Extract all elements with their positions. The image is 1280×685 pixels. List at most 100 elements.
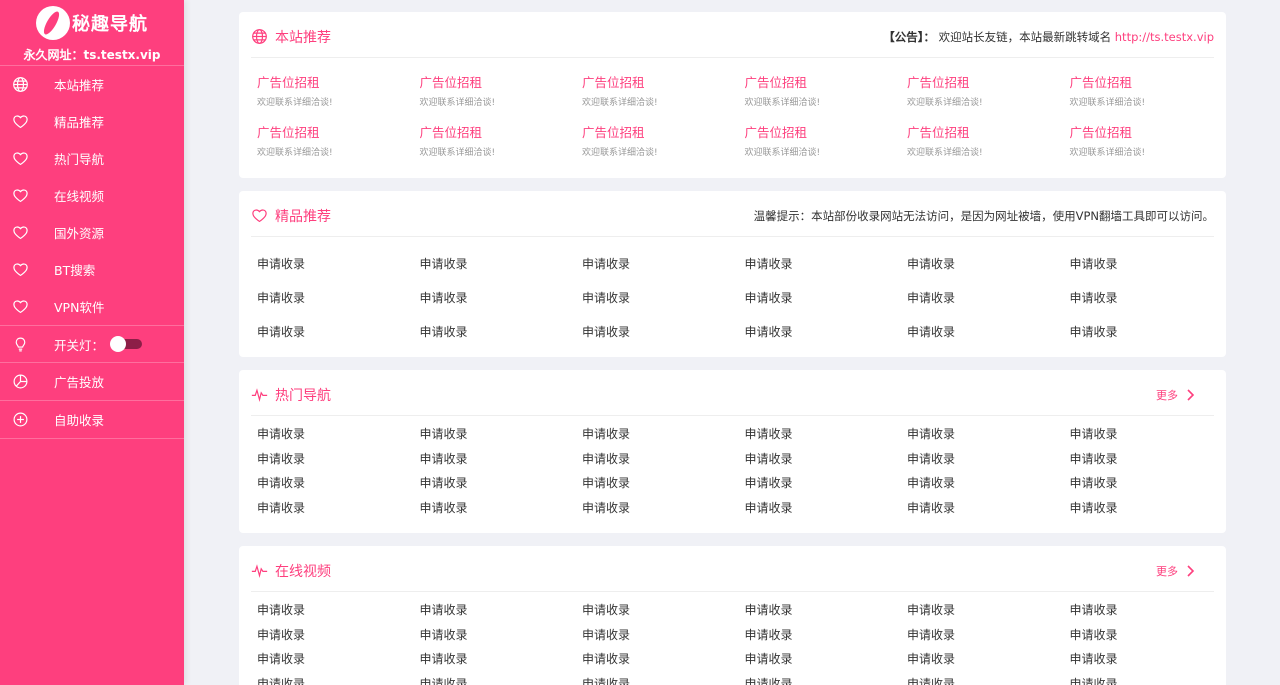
link-item[interactable]: 申请收录 <box>582 281 745 315</box>
link-item[interactable]: 申请收录 <box>420 647 583 672</box>
link-grid: 申请收录 申请收录 申请收录 申请收录 申请收录 申请收录 申请收录 申请收录 申请收录 申请收录… <box>239 416 1226 520</box>
link-item[interactable]: 申请收录 <box>257 422 420 447</box>
link-item[interactable]: 申请收录 <box>745 422 908 447</box>
link-item[interactable]: 申请收录 <box>745 623 908 648</box>
ad-slot[interactable]: 广告位招租 欢迎联系详细洽谈! <box>582 108 745 158</box>
link-item[interactable]: 申请收录 <box>745 247 908 281</box>
link-item[interactable]: 申请收录 <box>420 471 583 496</box>
sidebar-item-foreign[interactable]: 国外资源 <box>0 214 184 251</box>
announcement-link[interactable]: http://ts.testx.vip <box>1115 30 1214 44</box>
sidebar-item-recommend[interactable]: 本站推荐 <box>0 66 184 103</box>
link-item[interactable]: 申请收录 <box>420 315 583 349</box>
link-item[interactable]: 申请收录 <box>1070 447 1233 472</box>
ad-slot[interactable]: 广告位招租 欢迎联系详细洽谈! <box>257 58 420 108</box>
link-item[interactable]: 申请收录 <box>420 598 583 623</box>
link-item[interactable]: 申请收录 <box>257 471 420 496</box>
link-item[interactable]: 申请收录 <box>582 315 745 349</box>
link-item[interactable]: 申请收录 <box>1070 247 1233 281</box>
link-item[interactable]: 申请收录 <box>1070 281 1233 315</box>
link-item[interactable]: 申请收录 <box>907 672 1070 685</box>
link-item[interactable]: 申请收录 <box>745 315 908 349</box>
link-item[interactable]: 申请收录 <box>907 422 1070 447</box>
more-link[interactable]: 更多 <box>1156 563 1196 579</box>
sidebar-item-bt[interactable]: BT搜索 <box>0 251 184 288</box>
link-item[interactable]: 申请收录 <box>257 315 420 349</box>
light-toggle[interactable] <box>110 336 143 352</box>
link-item[interactable]: 申请收录 <box>257 623 420 648</box>
link-item[interactable]: 申请收录 <box>745 281 908 315</box>
link-item[interactable]: 申请收录 <box>1070 315 1233 349</box>
link-item[interactable]: 申请收录 <box>257 496 420 521</box>
link-item[interactable]: 申请收录 <box>582 471 745 496</box>
link-item[interactable]: 申请收录 <box>1070 422 1233 447</box>
link-item[interactable]: 申请收录 <box>1070 598 1233 623</box>
ad-slot[interactable]: 广告位招租 欢迎联系详细洽谈! <box>1070 58 1233 108</box>
link-item[interactable]: 申请收录 <box>907 247 1070 281</box>
brand[interactable]: 秘趣导航 永久网址：ts.testx.vip <box>0 0 184 66</box>
sidebar-item-premium[interactable]: 精品推荐 <box>0 103 184 140</box>
link-item[interactable]: 申请收录 <box>745 496 908 521</box>
sidebar-item-vpn[interactable]: VPN软件 <box>0 288 184 325</box>
link-item[interactable]: 申请收录 <box>420 281 583 315</box>
sidebar-item-hot[interactable]: 热门导航 <box>0 140 184 177</box>
sidebar-item-submit[interactable]: 自助收录 <box>0 401 184 439</box>
link-item[interactable]: 申请收录 <box>745 598 908 623</box>
link-item[interactable]: 申请收录 <box>1070 647 1233 672</box>
more-link[interactable]: 更多 <box>1156 387 1196 403</box>
ad-title: 广告位招租 <box>257 125 320 140</box>
link-item[interactable]: 申请收录 <box>420 447 583 472</box>
link-item[interactable]: 申请收录 <box>582 496 745 521</box>
ad-slot[interactable]: 广告位招租 欢迎联系详细洽谈! <box>907 108 1070 158</box>
link-item[interactable]: 申请收录 <box>257 647 420 672</box>
link-item[interactable]: 申请收录 <box>907 647 1070 672</box>
link-item[interactable]: 申请收录 <box>582 447 745 472</box>
link-item[interactable]: 申请收录 <box>582 598 745 623</box>
link-item[interactable]: 申请收录 <box>907 315 1070 349</box>
link-item[interactable]: 申请收录 <box>420 623 583 648</box>
link-item[interactable]: 申请收录 <box>1070 471 1233 496</box>
link-item[interactable]: 申请收录 <box>907 447 1070 472</box>
link-item[interactable]: 申请收录 <box>907 623 1070 648</box>
link-item[interactable]: 申请收录 <box>420 496 583 521</box>
link-item[interactable]: 申请收录 <box>582 422 745 447</box>
link-item[interactable]: 申请收录 <box>420 672 583 685</box>
link-item[interactable]: 申请收录 <box>257 672 420 685</box>
ad-slot[interactable]: 广告位招租 欢迎联系详细洽谈! <box>745 108 908 158</box>
globe-icon <box>12 76 29 93</box>
link-item[interactable]: 申请收录 <box>745 672 908 685</box>
link-item[interactable]: 申请收录 <box>745 647 908 672</box>
link-item[interactable]: 申请收录 <box>582 672 745 685</box>
ad-subtitle: 欢迎联系详细洽谈! <box>582 98 658 108</box>
link-item[interactable]: 申请收录 <box>582 623 745 648</box>
link-item[interactable]: 申请收录 <box>907 471 1070 496</box>
ad-slot[interactable]: 广告位招租 欢迎联系详细洽谈! <box>745 58 908 108</box>
ad-slot[interactable]: 广告位招租 欢迎联系详细洽谈! <box>582 58 745 108</box>
link-item[interactable]: 申请收录 <box>582 247 745 281</box>
link-item[interactable]: 申请收录 <box>745 471 908 496</box>
link-item[interactable]: 申请收录 <box>257 447 420 472</box>
link-item[interactable]: 申请收录 <box>1070 672 1233 685</box>
link-item[interactable]: 申请收录 <box>1070 623 1233 648</box>
link-item[interactable]: 申请收录 <box>745 447 908 472</box>
link-item[interactable]: 申请收录 <box>420 247 583 281</box>
link-item[interactable]: 申请收录 <box>420 422 583 447</box>
sidebar-item-label: 国外资源 <box>54 226 105 241</box>
link-item[interactable]: 申请收录 <box>582 647 745 672</box>
sidebar-item-label: BT搜索 <box>54 263 96 278</box>
link-item[interactable]: 申请收录 <box>907 598 1070 623</box>
link-item[interactable]: 申请收录 <box>257 247 420 281</box>
link-item[interactable]: 申请收录 <box>907 496 1070 521</box>
sidebar-item-label: 在线视频 <box>54 189 105 204</box>
sidebar-item-video[interactable]: 在线视频 <box>0 177 184 214</box>
sidebar-item-ads[interactable]: 广告投放 <box>0 363 184 401</box>
ad-slot[interactable]: 广告位招租 欢迎联系详细洽谈! <box>1070 108 1233 158</box>
link-item[interactable]: 申请收录 <box>907 281 1070 315</box>
ad-slot[interactable]: 广告位招租 欢迎联系详细洽谈! <box>420 108 583 158</box>
logo-icon <box>36 6 70 40</box>
ad-slot[interactable]: 广告位招租 欢迎联系详细洽谈! <box>420 58 583 108</box>
ad-slot[interactable]: 广告位招租 欢迎联系详细洽谈! <box>257 108 420 158</box>
link-item[interactable]: 申请收录 <box>257 598 420 623</box>
link-item[interactable]: 申请收录 <box>257 281 420 315</box>
ad-slot[interactable]: 广告位招租 欢迎联系详细洽谈! <box>907 58 1070 108</box>
link-item[interactable]: 申请收录 <box>1070 496 1233 521</box>
